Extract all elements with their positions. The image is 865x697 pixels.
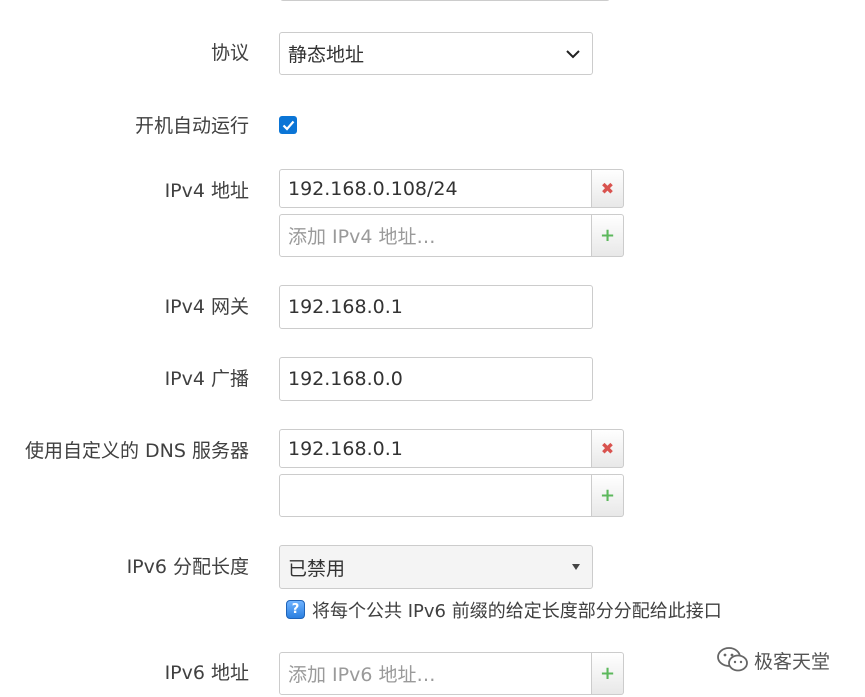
ipv4-address-value: 192.168.0.108/24 (288, 177, 458, 200)
ipv4-gateway-input[interactable]: 192.168.0.1 (279, 285, 593, 329)
ipv4-address-label: IPv4 地址 (164, 180, 249, 202)
remove-icon: ✖ (600, 179, 615, 198)
wechat-icon (717, 647, 748, 672)
dns-add-button[interactable]: + (592, 474, 624, 517)
watermark-text: 极客天堂 (754, 651, 831, 673)
ipv6-assign-help-text: 将每个公共 IPv6 前缀的给定长度部分分配给此接口 (312, 601, 722, 622)
protocol-select[interactable]: 静态地址 (279, 32, 593, 75)
ipv4-broadcast-input[interactable]: 192.168.0.0 (279, 357, 593, 401)
ipv4-address-add-input[interactable]: 添加 IPv4 地址… (279, 214, 592, 257)
protocol-value: 静态地址 (288, 44, 365, 66)
autostart-checkbox[interactable] (279, 116, 297, 134)
dns-input[interactable]: 192.168.0.1 (279, 429, 592, 468)
ipv4-gateway-value: 192.168.0.1 (288, 296, 403, 318)
autostart-label: 开机自动运行 (134, 115, 249, 137)
dns-remove-button[interactable]: ✖ (592, 429, 624, 468)
help-icon: ? (286, 600, 305, 619)
protocol-label: 协议 (210, 42, 249, 64)
ipv4-gateway-label: IPv4 网关 (164, 296, 249, 318)
ipv4-broadcast-value: 192.168.0.0 (288, 368, 403, 390)
add-icon: + (599, 663, 616, 684)
ipv4-address-add-button[interactable]: + (592, 214, 624, 257)
ipv4-address-add-placeholder: 添加 IPv4 地址… (288, 226, 436, 248)
add-icon: + (599, 485, 616, 506)
remove-icon: ✖ (600, 439, 615, 458)
ipv6-address-add-input[interactable]: 添加 IPv6 地址… (279, 652, 592, 695)
ipv4-address-remove-button[interactable]: ✖ (592, 169, 624, 208)
previous-field[interactable] (280, 0, 610, 1)
caret-down-icon (572, 564, 580, 570)
dns-label: 使用自定义的 DNS 服务器 (25, 440, 249, 462)
dns-value: 192.168.0.1 (288, 437, 403, 460)
ipv6-address-placeholder: 添加 IPv6 地址… (288, 664, 436, 686)
ipv4-address-input[interactable]: 192.168.0.108/24 (279, 169, 592, 208)
ipv6-address-add-button[interactable]: + (592, 652, 624, 695)
ipv4-broadcast-label: IPv4 广播 (164, 368, 249, 390)
ipv6-assign-label: IPv6 分配长度 (126, 556, 249, 578)
add-icon: + (599, 225, 616, 246)
ipv6-address-label: IPv6 地址 (164, 662, 249, 684)
ipv6-assign-value: 已禁用 (288, 557, 346, 580)
checkmark-icon (282, 120, 294, 131)
dns-add-input[interactable] (279, 474, 592, 517)
chevron-down-icon (566, 49, 580, 58)
ipv6-assign-select[interactable]: 已禁用 (279, 545, 593, 589)
